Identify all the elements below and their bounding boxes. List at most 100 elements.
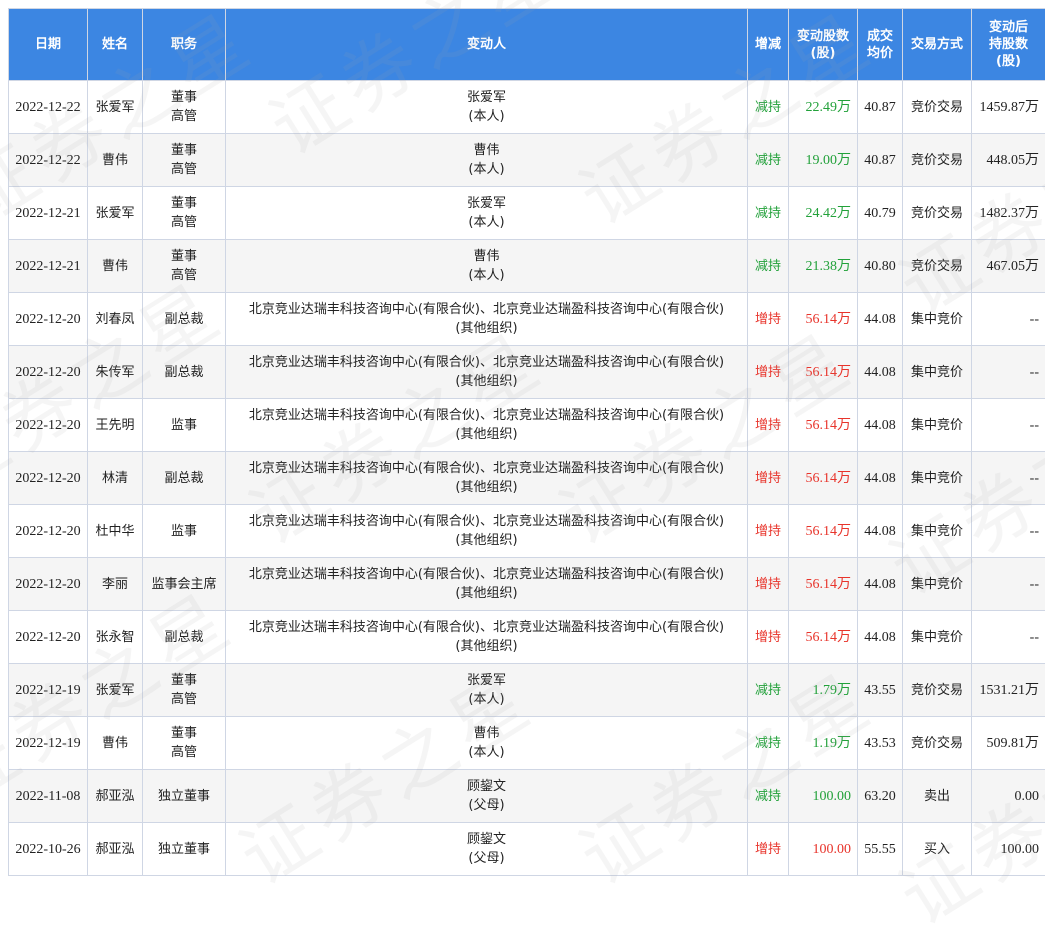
- cell-shares: 56.14万: [789, 452, 858, 505]
- shareholding-change-table: 日期 姓名 职务 变动人 增减 变动股数(股) 成交均价 交易方式 变动后持股数…: [8, 8, 1045, 876]
- cell-price: 40.87: [858, 81, 903, 134]
- cell-changer: 顾鋆文(父母): [226, 823, 748, 876]
- cell-price: 40.87: [858, 134, 903, 187]
- col-header-changer: 变动人: [226, 9, 748, 81]
- cell-after: 0.00: [972, 770, 1045, 823]
- cell-date: 2022-12-20: [9, 558, 88, 611]
- cell-after: 509.81万: [972, 717, 1045, 770]
- cell-date: 2022-12-20: [9, 505, 88, 558]
- cell-method: 集中竞价: [903, 346, 972, 399]
- cell-name: 李丽: [88, 558, 143, 611]
- cell-after: 1482.37万: [972, 187, 1045, 240]
- cell-changer: 北京竞业达瑞丰科技咨询中心(有限合伙)、北京竞业达瑞盈科技咨询中心(有限合伙)(…: [226, 505, 748, 558]
- cell-date: 2022-12-20: [9, 293, 88, 346]
- cell-shares: 24.42万: [789, 187, 858, 240]
- cell-shares: 56.14万: [789, 293, 858, 346]
- cell-changer: 曹伟(本人): [226, 240, 748, 293]
- table-row: 2022-12-20李丽监事会主席北京竞业达瑞丰科技咨询中心(有限合伙)、北京竞…: [9, 558, 1045, 611]
- cell-name: 张永智: [88, 611, 143, 664]
- cell-after: --: [972, 558, 1045, 611]
- cell-price: 40.79: [858, 187, 903, 240]
- cell-method: 集中竞价: [903, 505, 972, 558]
- col-header-direction: 增减: [748, 9, 789, 81]
- col-header-method: 交易方式: [903, 9, 972, 81]
- cell-shares: 22.49万: [789, 81, 858, 134]
- cell-direction: 增持: [748, 611, 789, 664]
- col-header-price: 成交均价: [858, 9, 903, 81]
- table-row: 2022-12-22曹伟董事高管曹伟(本人)减持19.00万40.87竞价交易4…: [9, 134, 1045, 187]
- cell-price: 43.53: [858, 717, 903, 770]
- cell-shares: 100.00: [789, 770, 858, 823]
- cell-shares: 1.19万: [789, 717, 858, 770]
- cell-method: 竞价交易: [903, 134, 972, 187]
- cell-direction: 减持: [748, 134, 789, 187]
- cell-changer: 北京竞业达瑞丰科技咨询中心(有限合伙)、北京竞业达瑞盈科技咨询中心(有限合伙)(…: [226, 346, 748, 399]
- cell-position: 副总裁: [143, 611, 226, 664]
- cell-name: 曹伟: [88, 240, 143, 293]
- cell-shares: 56.14万: [789, 558, 858, 611]
- cell-direction: 减持: [748, 240, 789, 293]
- cell-changer: 北京竞业达瑞丰科技咨询中心(有限合伙)、北京竞业达瑞盈科技咨询中心(有限合伙)(…: [226, 452, 748, 505]
- cell-after: --: [972, 399, 1045, 452]
- cell-name: 张爱军: [88, 187, 143, 240]
- cell-after: 100.00: [972, 823, 1045, 876]
- cell-after: --: [972, 505, 1045, 558]
- cell-date: 2022-12-20: [9, 452, 88, 505]
- table-row: 2022-12-20王先明监事北京竞业达瑞丰科技咨询中心(有限合伙)、北京竞业达…: [9, 399, 1045, 452]
- cell-changer: 张爱军(本人): [226, 187, 748, 240]
- cell-position: 董事高管: [143, 81, 226, 134]
- cell-shares: 56.14万: [789, 611, 858, 664]
- cell-direction: 增持: [748, 293, 789, 346]
- cell-price: 55.55: [858, 823, 903, 876]
- cell-position: 董事高管: [143, 187, 226, 240]
- cell-after: --: [972, 293, 1045, 346]
- cell-name: 林清: [88, 452, 143, 505]
- cell-price: 44.08: [858, 399, 903, 452]
- cell-after: 1459.87万: [972, 81, 1045, 134]
- cell-price: 63.20: [858, 770, 903, 823]
- cell-changer: 曹伟(本人): [226, 717, 748, 770]
- table-row: 2022-10-26郝亚泓独立董事顾鋆文(父母)增持100.0055.55买入1…: [9, 823, 1045, 876]
- cell-method: 卖出: [903, 770, 972, 823]
- cell-method: 竞价交易: [903, 717, 972, 770]
- cell-after: --: [972, 452, 1045, 505]
- cell-direction: 减持: [748, 187, 789, 240]
- cell-shares: 21.38万: [789, 240, 858, 293]
- cell-name: 朱传军: [88, 346, 143, 399]
- cell-direction: 减持: [748, 664, 789, 717]
- cell-price: 43.55: [858, 664, 903, 717]
- cell-price: 40.80: [858, 240, 903, 293]
- table-row: 2022-11-08郝亚泓独立董事顾鋆文(父母)减持100.0063.20卖出0…: [9, 770, 1045, 823]
- cell-direction: 增持: [748, 399, 789, 452]
- cell-price: 44.08: [858, 558, 903, 611]
- cell-position: 监事: [143, 399, 226, 452]
- cell-shares: 56.14万: [789, 346, 858, 399]
- cell-changer: 北京竞业达瑞丰科技咨询中心(有限合伙)、北京竞业达瑞盈科技咨询中心(有限合伙)(…: [226, 611, 748, 664]
- col-header-name: 姓名: [88, 9, 143, 81]
- cell-changer: 曹伟(本人): [226, 134, 748, 187]
- table-body: 2022-12-22张爱军董事高管张爱军(本人)减持22.49万40.87竞价交…: [9, 81, 1045, 876]
- cell-method: 竞价交易: [903, 240, 972, 293]
- cell-date: 2022-12-19: [9, 717, 88, 770]
- shareholding-change-table-wrapper: 日期 姓名 职务 变动人 增减 变动股数(股) 成交均价 交易方式 变动后持股数…: [8, 8, 1045, 876]
- cell-position: 副总裁: [143, 293, 226, 346]
- cell-position: 董事高管: [143, 664, 226, 717]
- table-row: 2022-12-22张爱军董事高管张爱军(本人)减持22.49万40.87竞价交…: [9, 81, 1045, 134]
- cell-name: 杜中华: [88, 505, 143, 558]
- cell-position: 副总裁: [143, 346, 226, 399]
- cell-name: 刘春凤: [88, 293, 143, 346]
- cell-shares: 1.79万: [789, 664, 858, 717]
- cell-position: 副总裁: [143, 452, 226, 505]
- cell-price: 44.08: [858, 293, 903, 346]
- cell-name: 曹伟: [88, 717, 143, 770]
- cell-position: 监事会主席: [143, 558, 226, 611]
- cell-date: 2022-11-08: [9, 770, 88, 823]
- cell-date: 2022-12-21: [9, 240, 88, 293]
- cell-direction: 增持: [748, 505, 789, 558]
- cell-changer: 顾鋆文(父母): [226, 770, 748, 823]
- cell-name: 郝亚泓: [88, 823, 143, 876]
- cell-name: 王先明: [88, 399, 143, 452]
- table-row: 2022-12-21张爱军董事高管张爱军(本人)减持24.42万40.79竞价交…: [9, 187, 1045, 240]
- cell-name: 张爱军: [88, 81, 143, 134]
- cell-date: 2022-12-22: [9, 134, 88, 187]
